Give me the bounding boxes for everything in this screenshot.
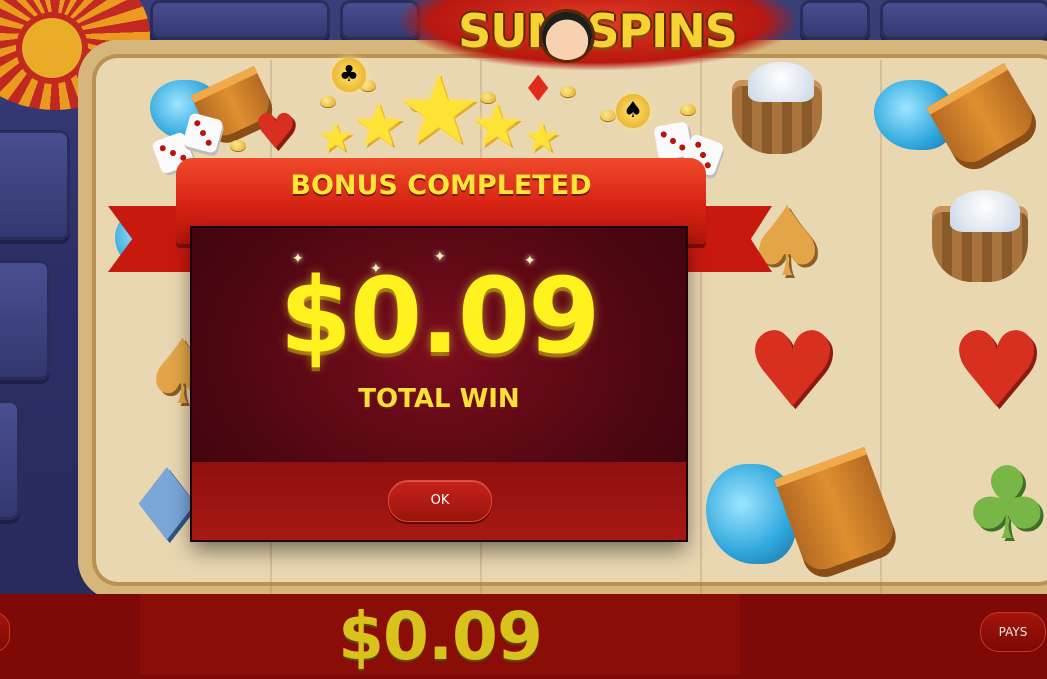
pays-button[interactable]: PAYS bbox=[980, 612, 1046, 652]
spade-badge-icon: ♠ bbox=[616, 94, 650, 128]
coin-icon bbox=[230, 140, 246, 151]
background-tile bbox=[800, 0, 870, 40]
dialog-title: BONUS COMPLETED bbox=[290, 170, 592, 201]
background-tile bbox=[0, 130, 70, 240]
heart-icon: ♥ bbox=[950, 309, 1044, 431]
background-tile bbox=[880, 0, 1047, 40]
diamond-badge-icon: ♦ bbox=[522, 69, 555, 110]
salt-pile-icon bbox=[950, 190, 1020, 232]
club-badge-icon: ♣ bbox=[332, 58, 366, 92]
coin-icon bbox=[600, 110, 616, 121]
background-tile bbox=[0, 260, 50, 380]
background-tile bbox=[150, 0, 330, 40]
coin-icon bbox=[320, 96, 336, 107]
heart-badge-icon: ♥ bbox=[254, 104, 298, 160]
bottom-win-amount: $0.09 bbox=[338, 598, 543, 675]
total-win-amount: $0.09 bbox=[279, 255, 601, 377]
background-tile bbox=[0, 400, 20, 520]
star-icon: ★ bbox=[470, 91, 524, 161]
sumo-face-icon bbox=[542, 12, 592, 60]
star-icon: ★ bbox=[524, 115, 560, 161]
star-icon: ★ bbox=[318, 115, 354, 161]
ok-button[interactable]: OK bbox=[388, 480, 492, 522]
coin-icon bbox=[680, 104, 696, 115]
heart-icon: ♥ bbox=[746, 309, 840, 431]
coin-icon bbox=[560, 86, 576, 97]
club-icon: ♣ bbox=[962, 445, 1047, 562]
total-win-label: TOTAL WIN bbox=[358, 384, 520, 414]
